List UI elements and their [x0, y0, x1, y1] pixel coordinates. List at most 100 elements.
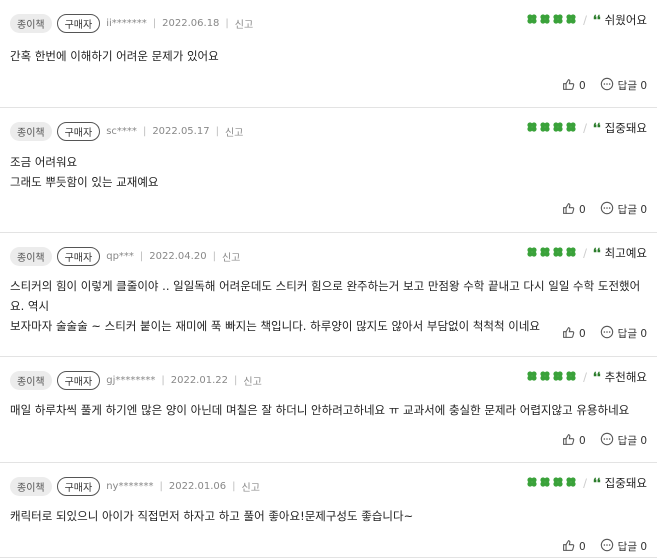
reviewer-id: gj******** — [106, 375, 156, 386]
review-tag: 최고예요 — [604, 246, 647, 260]
buyer-badge: 구매자 — [56, 122, 101, 141]
review-content: 매일 하루차씩 풀게 하기엔 많은 양이 아닌데 며칠은 잘 하더니 안하려고하… — [10, 400, 643, 420]
clover-icon — [539, 476, 551, 491]
review-text-line: 매일 하루차씩 풀게 하기엔 많은 양이 아닌데 며칠은 잘 하더니 안하려고하… — [10, 403, 630, 417]
clover-icon — [539, 13, 551, 28]
rating-clovers — [526, 13, 577, 28]
review-actions: 0 답글 0 — [562, 77, 647, 94]
like-button[interactable]: 0 — [562, 326, 586, 342]
clover-icon — [552, 246, 564, 261]
review-actions: 0 답글 0 — [562, 201, 647, 218]
reviewer-id: ii******* — [106, 18, 147, 29]
like-button[interactable]: 0 — [562, 539, 586, 555]
reply-count: 답글 0 — [617, 80, 647, 92]
rating-clovers — [526, 246, 577, 261]
report-button[interactable]: 신고 — [235, 16, 253, 31]
divider: | — [234, 375, 238, 386]
review-rating: / ❛❛ 집중돼요 — [526, 120, 647, 136]
buyer-badge: 구매자 — [56, 14, 101, 33]
reply-button[interactable]: 답글 0 — [600, 77, 647, 94]
clover-icon — [539, 121, 551, 136]
review-meta: 종이책 구매자 ii******* | 2022.06.18 | 신고 — [10, 14, 253, 33]
format-badge: 종이책 — [10, 371, 52, 390]
review-text-line: 보자마자 술술술 ~ 스티커 붙이는 재미에 푹 빠지는 책입니다. 하루양이 … — [10, 319, 540, 333]
reply-button[interactable]: 답글 0 — [600, 325, 647, 342]
like-count: 0 — [578, 540, 586, 553]
reply-button[interactable]: 답글 0 — [600, 432, 647, 449]
divider: | — [225, 18, 229, 29]
clover-icon — [565, 246, 577, 261]
rating-clovers — [526, 476, 577, 491]
quote-icon: ❛❛ — [592, 13, 601, 27]
review-rating: / ❛❛ 집중돼요 — [526, 475, 647, 491]
review-actions: 0 답글 0 — [562, 432, 647, 449]
report-button[interactable]: 신고 — [242, 479, 260, 494]
format-badge: 종이책 — [10, 14, 52, 33]
reviewer-id: sc**** — [106, 126, 137, 137]
comment-icon — [600, 538, 618, 555]
divider: / — [583, 370, 587, 384]
format-badge: 종이책 — [10, 477, 52, 496]
divider: | — [139, 251, 144, 262]
format-badge: 종이책 — [10, 247, 52, 266]
reviewer-id: ny******* — [106, 481, 154, 492]
review-rating: / ❛❛ 추천해요 — [526, 369, 647, 385]
review-date: 2022.04.20 — [149, 251, 207, 262]
report-button[interactable]: 신고 — [225, 124, 243, 139]
like-count: 0 — [578, 327, 586, 340]
like-button[interactable]: 0 — [562, 202, 586, 218]
review-text-line: 조금 어려워요 — [10, 155, 78, 169]
quote-icon: ❛❛ — [592, 246, 601, 260]
review-item: 종이책 구매자 gj******** | 2022.01.22 | 신고 / ❛… — [0, 357, 657, 463]
review-meta: 종이책 구매자 qp*** | 2022.04.20 | 신고 — [10, 247, 240, 266]
divider: / — [583, 246, 587, 260]
report-button[interactable]: 신고 — [243, 373, 261, 388]
review-tag: 집중돼요 — [604, 121, 647, 135]
review-content: 조금 어려워요그래도 뿌듯함이 있는 교재예요 — [10, 152, 643, 192]
divider: | — [142, 126, 147, 137]
review-rating: / ❛❛ 최고예요 — [526, 245, 647, 261]
thumbs-up-icon — [562, 202, 579, 218]
clover-icon — [565, 13, 577, 28]
quote-icon: ❛❛ — [592, 476, 601, 490]
review-date: 2022.05.17 — [152, 126, 210, 137]
review-actions: 0 답글 0 — [562, 538, 647, 555]
review-meta: 종이책 구매자 ny******* | 2022.01.06 | 신고 — [10, 477, 260, 496]
divider: | — [152, 18, 157, 29]
review-actions: 0 답글 0 — [562, 325, 647, 342]
reply-button[interactable]: 답글 0 — [600, 538, 647, 555]
reply-count: 답글 0 — [617, 541, 647, 553]
quote-icon: ❛❛ — [592, 121, 601, 135]
clover-icon — [552, 13, 564, 28]
divider: / — [583, 13, 587, 27]
review-meta: 종이책 구매자 sc**** | 2022.05.17 | 신고 — [10, 122, 243, 141]
like-button[interactable]: 0 — [562, 78, 586, 94]
clover-icon — [526, 476, 538, 491]
thumbs-up-icon — [562, 326, 579, 342]
clover-icon — [539, 370, 551, 385]
reply-button[interactable]: 답글 0 — [600, 201, 647, 218]
clover-icon — [539, 246, 551, 261]
rating-clovers — [526, 370, 577, 385]
review-text-line: 그래도 뿌듯함이 있는 교재예요 — [10, 175, 159, 189]
comment-icon — [600, 432, 618, 449]
clover-icon — [526, 370, 538, 385]
divider: | — [215, 126, 219, 137]
review-tag: 집중돼요 — [604, 476, 647, 490]
review-text-line: 스티커의 힘이 이렇게 클줄이야 .. 일일독해 어려운데도 스티커 힘으로 완… — [10, 279, 641, 313]
like-count: 0 — [578, 434, 586, 447]
like-button[interactable]: 0 — [562, 433, 586, 449]
review-date: 2022.01.06 — [168, 481, 227, 492]
rating-clovers — [526, 121, 577, 136]
like-count: 0 — [578, 79, 586, 92]
divider: | — [212, 251, 216, 262]
thumbs-up-icon — [562, 539, 579, 555]
buyer-badge: 구매자 — [56, 371, 101, 390]
report-button[interactable]: 신고 — [222, 249, 240, 264]
clover-icon — [565, 476, 577, 491]
reply-count: 답글 0 — [617, 204, 647, 216]
divider: | — [159, 481, 163, 492]
review-item: 종이책 구매자 ny******* | 2022.01.06 | 신고 / ❛❛… — [0, 463, 657, 558]
review-rating: / ❛❛ 쉬웠어요 — [526, 12, 647, 28]
buyer-badge: 구매자 — [56, 247, 101, 266]
